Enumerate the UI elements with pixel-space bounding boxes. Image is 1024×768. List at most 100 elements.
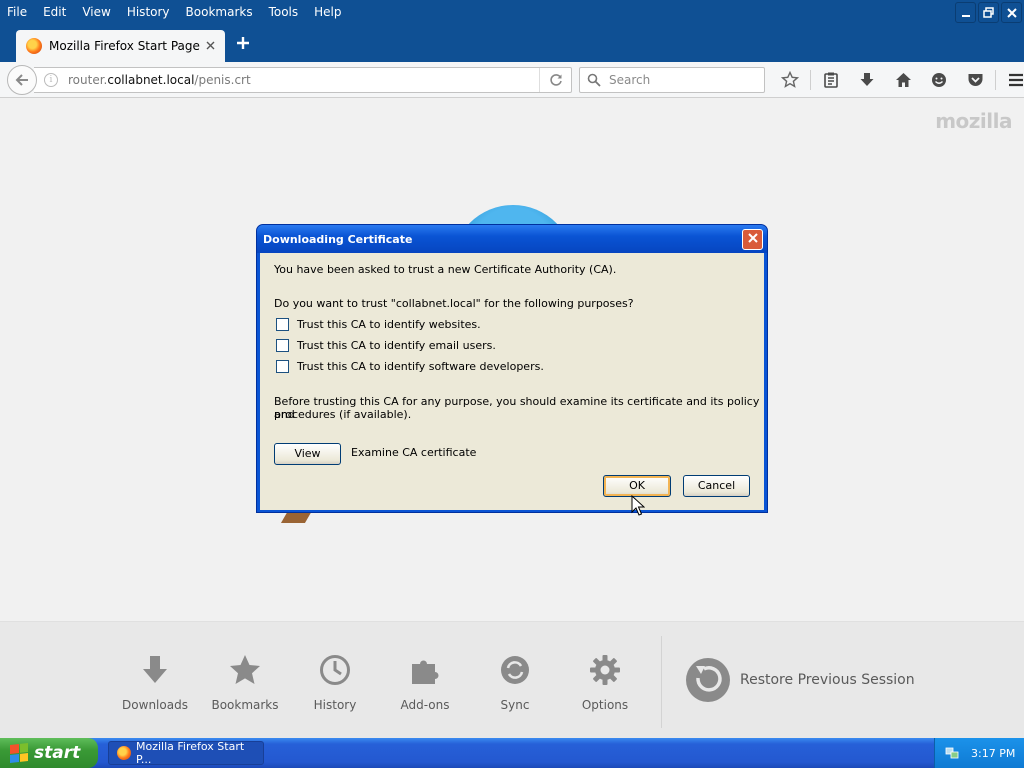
clock[interactable]: 3:17 PM	[971, 747, 1015, 760]
toolbar-icons	[772, 62, 1024, 98]
navigation-toolbar: i router.collabnet.local/penis.crt	[0, 62, 1024, 98]
downloads-button[interactable]	[849, 62, 885, 98]
star-icon	[225, 650, 265, 690]
search-input[interactable]	[607, 72, 757, 88]
firefox-favicon-icon	[26, 38, 42, 54]
taskbar-firefox-item[interactable]: Mozilla Firefox Start P...	[108, 740, 264, 766]
trust-websites-checkbox[interactable]	[276, 318, 289, 331]
launcher-history[interactable]: History	[290, 650, 380, 712]
restore-button[interactable]	[978, 2, 999, 23]
clipboard-icon	[824, 72, 838, 88]
launcher-label: Downloads	[122, 698, 188, 712]
launcher-label: Options	[581, 698, 629, 712]
tab-start-page[interactable]: Mozilla Firefox Start Page	[16, 30, 225, 62]
trust-email-option[interactable]: Trust this CA to identify email users.	[276, 339, 496, 352]
trust-email-checkbox[interactable]	[276, 339, 289, 352]
launcher-sync[interactable]: Sync	[470, 650, 560, 712]
tab-strip: Mozilla Firefox Start Page	[0, 24, 1024, 62]
dialog-title: Downloading Certificate	[263, 232, 413, 246]
minimize-icon	[961, 14, 970, 17]
windows-logo-icon	[10, 743, 28, 763]
mouse-cursor-icon	[631, 495, 645, 516]
url-path: /penis.crt	[194, 73, 251, 87]
launcher-addons[interactable]: Add-ons	[380, 650, 470, 712]
trust-websites-label: Trust this CA to identify websites.	[297, 318, 481, 331]
smiley-chat-icon	[932, 73, 946, 87]
launcher-label: Sync	[500, 698, 530, 712]
ok-button[interactable]: OK	[603, 475, 671, 497]
taskbar-item-label: Mozilla Firefox Start P...	[135, 740, 245, 766]
download-icon	[135, 650, 175, 690]
launcher-label: Bookmarks	[211, 698, 279, 712]
url-bar[interactable]: i router.collabnet.local/penis.crt	[34, 67, 572, 93]
search-bar[interactable]	[579, 67, 765, 93]
start-label: start	[34, 743, 81, 763]
url-prefix: router.	[68, 73, 108, 87]
dialog-intro: You have been asked to trust a new Certi…	[274, 263, 617, 276]
tab-close-button[interactable]	[201, 39, 219, 54]
clock-icon	[315, 650, 355, 690]
menu-help[interactable]: Help	[306, 5, 349, 19]
toolbar-divider	[810, 70, 811, 90]
downloading-certificate-dialog: Downloading Certificate You have been as…	[256, 224, 768, 513]
dialog-body: You have been asked to trust a new Certi…	[260, 253, 764, 510]
launcher-options[interactable]: Options	[560, 650, 650, 712]
reload-button[interactable]	[539, 68, 571, 92]
open-menu-button[interactable]	[998, 62, 1024, 98]
hamburger-menu-icon	[1009, 73, 1023, 87]
back-button[interactable]	[7, 65, 37, 95]
restore-session-icon	[684, 656, 732, 704]
taskbar: start Mozilla Firefox Start P... 3:17 PM	[0, 738, 1024, 768]
launcher-label: Add-ons	[400, 698, 450, 712]
restore-session-button[interactable]: Restore Previous Session	[684, 656, 915, 704]
trust-software-option[interactable]: Trust this CA to identify software devel…	[276, 360, 544, 373]
close-icon	[747, 233, 758, 243]
info-icon[interactable]: i	[44, 73, 58, 87]
puzzle-icon	[405, 650, 445, 690]
menu-edit[interactable]: Edit	[35, 5, 74, 19]
trust-software-checkbox[interactable]	[276, 360, 289, 373]
pocket-icon	[968, 74, 982, 86]
new-tab-button[interactable]	[233, 34, 253, 54]
tab-title: Mozilla Firefox Start Page	[49, 39, 200, 53]
gear-icon	[585, 650, 625, 690]
dialog-question: Do you want to trust "collabnet.local" f…	[274, 297, 634, 310]
launcher-downloads[interactable]: Downloads	[110, 650, 200, 712]
close-icon	[1006, 7, 1017, 18]
restore-session-label: Restore Previous Session	[740, 672, 915, 688]
home-button[interactable]	[885, 62, 921, 98]
url-text[interactable]: router.collabnet.local/penis.crt	[68, 73, 539, 87]
pocket-button[interactable]	[957, 62, 993, 98]
mozilla-logo[interactable]: mozilla	[935, 109, 1012, 133]
menu-bar: File Edit View History Bookmarks Tools H…	[0, 0, 1024, 24]
trust-email-label: Trust this CA to identify email users.	[297, 339, 496, 352]
search-icon	[587, 73, 601, 87]
download-arrow-icon	[860, 73, 874, 86]
window-controls	[955, 2, 1022, 23]
reload-icon	[549, 74, 562, 86]
minimize-button[interactable]	[955, 2, 976, 23]
dialog-titlebar[interactable]: Downloading Certificate	[257, 225, 767, 253]
cancel-button[interactable]: Cancel	[683, 475, 750, 497]
start-button[interactable]: start	[0, 738, 98, 768]
network-icon[interactable]	[945, 746, 959, 760]
menu-tools[interactable]: Tools	[261, 5, 307, 19]
back-arrow-icon	[15, 74, 28, 86]
menu-bookmarks[interactable]: Bookmarks	[178, 5, 261, 19]
star-icon	[781, 71, 799, 88]
dialog-close-button[interactable]	[742, 229, 763, 250]
launcher-bookmarks[interactable]: Bookmarks	[200, 650, 290, 712]
menu-file[interactable]: File	[0, 5, 35, 19]
launcher-label: History	[313, 698, 357, 712]
url-domain: collabnet.local	[107, 73, 195, 87]
bookmark-star-button[interactable]	[772, 62, 808, 98]
trust-websites-option[interactable]: Trust this CA to identify websites.	[276, 318, 481, 331]
sync-icon	[495, 650, 535, 690]
view-certificate-button[interactable]: View	[274, 443, 341, 465]
bookmarks-menu-button[interactable]	[813, 62, 849, 98]
hello-button[interactable]	[921, 62, 957, 98]
firefox-favicon-icon	[117, 746, 131, 760]
menu-view[interactable]: View	[74, 5, 118, 19]
close-window-button[interactable]	[1001, 2, 1022, 23]
menu-history[interactable]: History	[119, 5, 178, 19]
